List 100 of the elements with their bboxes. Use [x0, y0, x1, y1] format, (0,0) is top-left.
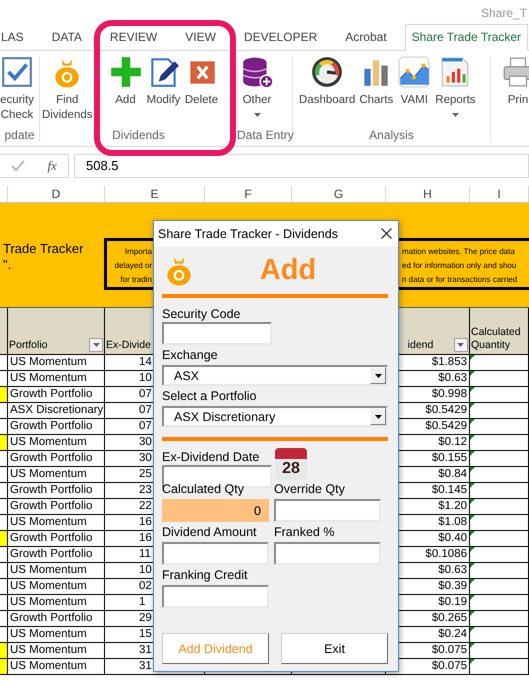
table-cell: Growth Portfolio: [8, 387, 105, 402]
ribbon-button[interactable]: Find Dividends: [40, 55, 94, 123]
banner-text: Trade Tracker: [3, 241, 84, 257]
check-icon[interactable]: [11, 160, 26, 172]
cell-marker-icon: [470, 483, 475, 488]
column-title: Calculated Quantity: [471, 326, 521, 352]
dropdown-field[interactable]: ASX: [162, 365, 388, 386]
notice-text: Importa: [124, 246, 152, 258]
ribbon-button[interactable]: Reports: [433, 55, 478, 117]
input-field[interactable]: [162, 542, 269, 565]
ribbon-button[interactable]: Prin: [499, 55, 529, 108]
column-title: Portfolio: [9, 339, 48, 352]
line-chart-icon: [397, 55, 432, 89]
table-cell: US Momentum: [8, 467, 105, 482]
column-header[interactable]: F: [205, 186, 292, 202]
column-header[interactable]: H: [386, 186, 470, 202]
notice-text: ed for information only and shou: [402, 260, 518, 272]
ribbon-tab[interactable]: VIEW: [171, 26, 230, 50]
filter-dropdown-button[interactable]: [454, 338, 468, 352]
ribbon-button[interactable]: ecurity Check: [0, 55, 36, 123]
cell-marker-icon: [470, 499, 475, 504]
cell-marker-icon: [470, 451, 475, 456]
cell-marker-icon: [470, 403, 475, 408]
input-field[interactable]: [274, 499, 381, 522]
ribbon-button[interactable]: VAMI: [395, 55, 434, 108]
caret-icon: [374, 374, 382, 378]
caret-icon: [457, 343, 464, 347]
input-field[interactable]: 0: [162, 499, 269, 522]
notice-text: for tradin: [120, 274, 152, 286]
column-header[interactable]: I: [470, 186, 529, 202]
input-field[interactable]: [162, 322, 272, 345]
column-header[interactable]: G: [292, 186, 386, 202]
cell-marker-icon: [470, 659, 475, 664]
table-cell: Growth Portfolio: [8, 547, 105, 562]
column-title: idend: [408, 339, 434, 352]
insert-function-button[interactable]: fx: [47, 158, 57, 174]
gauge-icon: [310, 55, 344, 89]
notice-text: n data or for transactions carried: [402, 274, 518, 286]
ribbon-button[interactable]: Modify: [144, 55, 182, 108]
table-cell: US Momentum: [8, 435, 105, 450]
column-header[interactable]: E: [105, 186, 205, 202]
plus-icon: [108, 55, 142, 89]
dropdown-field[interactable]: ASX Discretionary: [162, 406, 388, 427]
notice-text: delayed or: [114, 260, 152, 272]
ribbon-button[interactable]: Delete: [182, 55, 220, 108]
group-label: Data Entry: [237, 128, 292, 142]
field-label: Override Qty: [274, 482, 346, 497]
cell-marker-icon: [470, 627, 475, 632]
input-field[interactable]: [274, 542, 381, 565]
column-title: Ex-Divide: [106, 339, 151, 352]
field-label: Security Code: [162, 307, 242, 322]
ribbon-tab[interactable]: Share Trade Tracker: [404, 24, 528, 51]
database-add-icon: [240, 55, 274, 89]
cell-marker-icon: [470, 467, 475, 472]
cell-marker-icon: [470, 595, 475, 600]
caret-icon: [92, 343, 100, 347]
table-cell: US Momentum: [8, 659, 105, 674]
group-label: pdate: [3, 128, 36, 142]
filter-dropdown-button[interactable]: [89, 338, 103, 352]
ribbon-tab[interactable]: REVIEW: [96, 26, 172, 50]
table-cell: Growth Portfolio: [8, 419, 105, 434]
cell-marker-icon: [470, 419, 475, 424]
dropdown-button[interactable]: [370, 367, 386, 384]
group-label: Dividends: [111, 128, 166, 142]
printer-icon: [501, 55, 529, 89]
cell-marker-icon: [470, 611, 475, 616]
ribbon-button[interactable]: Charts: [357, 55, 396, 108]
table-cell: US Momentum: [8, 563, 105, 578]
ribbon-tab[interactable]: Acrobat: [331, 26, 401, 50]
dialog-button[interactable]: Exit: [281, 633, 388, 664]
caret-icon: [374, 414, 382, 418]
cell-marker-icon: [470, 531, 475, 536]
close-icon[interactable]: [381, 228, 392, 239]
table-cell: US Momentum: [8, 371, 105, 386]
formula-input[interactable]: 508.5: [74, 154, 529, 178]
table-cell: Growth Portfolio: [8, 451, 105, 466]
cell-marker-icon: [470, 355, 475, 360]
cell-marker-icon: [470, 579, 475, 584]
cell-marker-icon: [470, 435, 475, 440]
cell-marker-icon: [470, 387, 475, 392]
ribbon-button[interactable]: Add: [106, 55, 144, 108]
cell-marker-icon: [470, 515, 475, 520]
table-cell: US Momentum: [8, 595, 105, 610]
ribbon-tab[interactable]: DEVELOPER: [230, 26, 332, 50]
dropdown-button[interactable]: [370, 408, 386, 425]
column-header[interactable]: D: [8, 186, 105, 202]
cell-marker-icon: [470, 547, 475, 552]
cell-marker-icon: [470, 371, 475, 376]
calendar-button[interactable]: 28: [275, 448, 307, 480]
ribbon-button[interactable]: Dashboard: [297, 55, 358, 108]
table-cell: US Momentum: [8, 643, 105, 658]
table-cell: US Momentum: [8, 579, 105, 594]
dropdown-value: ASX: [174, 368, 200, 382]
window-title: Share_T: [481, 6, 528, 20]
ribbon-tab[interactable]: LAS: [0, 26, 38, 50]
ribbon-tab[interactable]: DATA: [38, 26, 96, 50]
dialog-title: Share Trade Tracker - Dividends: [158, 226, 338, 240]
dialog-heading: Add: [258, 254, 318, 286]
ribbon-button[interactable]: Other: [238, 55, 276, 117]
input-field[interactable]: [162, 585, 269, 608]
